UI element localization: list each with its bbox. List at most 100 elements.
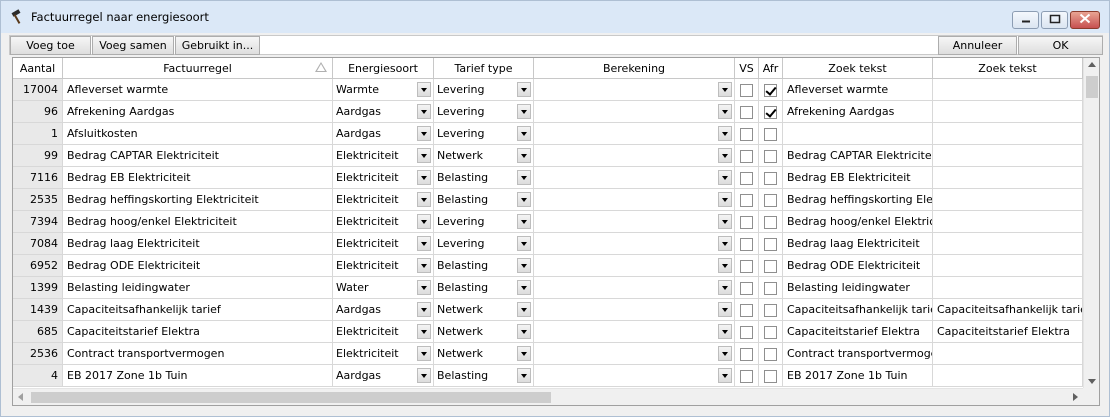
vs-checkbox[interactable] — [740, 215, 753, 229]
column-header-tarief-type[interactable]: Tarief type — [434, 58, 534, 79]
energiesoort-dropdown[interactable]: Aardgas — [333, 101, 434, 123]
table-row[interactable]: 17004 Afleverset warmte Warmte Levering Afle… — [13, 79, 1083, 101]
table-row[interactable]: 6952 Bedrag ODE Elektriciteit Elektricitei… — [13, 255, 1083, 277]
tarief-dropdown[interactable]: Levering — [434, 233, 534, 255]
vs-checkbox[interactable] — [740, 325, 753, 339]
chevron-down-icon[interactable] — [517, 368, 531, 383]
afr-checkbox[interactable] — [764, 347, 777, 361]
energiesoort-dropdown[interactable]: Elektriciteit — [333, 145, 434, 167]
chevron-down-icon[interactable] — [517, 236, 531, 251]
tarief-dropdown[interactable]: Belasting — [434, 167, 534, 189]
energiesoort-dropdown[interactable]: Elektriciteit — [333, 255, 434, 277]
zoek-tekst-1-cell[interactable]: Afleverset warmte — [783, 79, 933, 101]
energiesoort-dropdown[interactable]: Water — [333, 277, 434, 299]
afr-checkbox[interactable] — [764, 149, 777, 163]
factuurregel-cell[interactable]: Bedrag laag Elektriciteit — [63, 233, 333, 255]
chevron-down-icon[interactable] — [517, 192, 531, 207]
chevron-down-icon[interactable] — [517, 214, 531, 229]
zoek-tekst-1-cell[interactable]: Capaciteitstarief Elektra — [783, 321, 933, 343]
zoek-tekst-1-cell[interactable]: Bedrag ODE Elektriciteit — [783, 255, 933, 277]
vs-checkbox[interactable] — [740, 237, 753, 251]
chevron-down-icon[interactable] — [417, 324, 431, 339]
ok-button[interactable]: OK — [1018, 36, 1103, 55]
afr-checkbox[interactable] — [764, 193, 777, 207]
factuurregel-cell[interactable]: Bedrag heffingskorting Elektriciteit — [63, 189, 333, 211]
berekening-dropdown[interactable] — [534, 189, 735, 211]
vs-checkbox[interactable] — [740, 83, 753, 97]
vs-checkbox[interactable] — [740, 303, 753, 317]
afr-checkbox[interactable] — [764, 237, 777, 251]
chevron-down-icon[interactable] — [517, 126, 531, 141]
chevron-down-icon[interactable] — [417, 104, 431, 119]
berekening-dropdown[interactable] — [534, 321, 735, 343]
berekening-dropdown[interactable] — [534, 365, 735, 387]
scroll-down-icon[interactable] — [1088, 379, 1096, 384]
vs-checkbox[interactable] — [740, 259, 753, 273]
energiesoort-dropdown[interactable]: Aardgas — [333, 123, 434, 145]
tarief-dropdown[interactable]: Belasting — [434, 365, 534, 387]
chevron-down-icon[interactable] — [417, 236, 431, 251]
factuurregel-cell[interactable]: Contract transportvermogen — [63, 343, 333, 365]
scroll-right-icon[interactable] — [1073, 393, 1078, 401]
energiesoort-dropdown[interactable]: Aardgas — [333, 365, 434, 387]
factuurregel-cell[interactable]: Bedrag ODE Elektriciteit — [63, 255, 333, 277]
table-row[interactable]: 2536 Contract transportvermogen Elektricit… — [13, 343, 1083, 365]
afr-checkbox[interactable] — [764, 325, 777, 339]
berekening-dropdown[interactable] — [534, 123, 735, 145]
factuurregel-cell[interactable]: Afsluitkosten — [63, 123, 333, 145]
zoek-tekst-1-cell[interactable]: EB 2017 Zone 1b Tuin — [783, 365, 933, 387]
gebruikt-in-button[interactable]: Gebruikt in... — [175, 36, 260, 55]
chevron-down-icon[interactable] — [718, 346, 732, 361]
afr-checkbox[interactable] — [764, 259, 777, 273]
column-header-aantal[interactable]: Aantal — [13, 58, 63, 79]
tarief-dropdown[interactable]: Netwerk — [434, 299, 534, 321]
vs-checkbox[interactable] — [740, 193, 753, 207]
factuurregel-cell[interactable]: Bedrag hoog/enkel Elektriciteit — [63, 211, 333, 233]
zoek-tekst-1-cell[interactable]: Belasting leidingwater — [783, 277, 933, 299]
zoek-tekst-1-cell[interactable]: Bedrag EB Elektriciteit — [783, 167, 933, 189]
close-button[interactable] — [1070, 11, 1100, 29]
tarief-dropdown[interactable]: Netwerk — [434, 321, 534, 343]
zoek-tekst-2-cell[interactable] — [933, 365, 1083, 387]
afr-checkbox[interactable] — [764, 281, 777, 295]
berekening-dropdown[interactable] — [534, 211, 735, 233]
chevron-down-icon[interactable] — [517, 258, 531, 273]
horizontal-scroll-thumb[interactable] — [31, 392, 551, 403]
afr-checkbox[interactable] — [764, 127, 777, 141]
scroll-left-icon[interactable] — [18, 393, 23, 401]
zoek-tekst-1-cell[interactable]: Bedrag CAPTAR Elektriciteit — [783, 145, 933, 167]
zoek-tekst-2-cell[interactable] — [933, 255, 1083, 277]
chevron-down-icon[interactable] — [718, 82, 732, 97]
title-bar[interactable]: Factuurregel naar energiesoort — [1, 1, 1109, 33]
zoek-tekst-2-cell[interactable] — [933, 101, 1083, 123]
minimize-button[interactable] — [1012, 11, 1039, 29]
chevron-down-icon[interactable] — [417, 280, 431, 295]
chevron-down-icon[interactable] — [517, 148, 531, 163]
zoek-tekst-1-cell[interactable]: Contract transportvermoge — [783, 343, 933, 365]
factuurregel-cell[interactable]: Belasting leidingwater — [63, 277, 333, 299]
zoek-tekst-2-cell[interactable] — [933, 167, 1083, 189]
chevron-down-icon[interactable] — [517, 104, 531, 119]
table-row[interactable]: 2535 Bedrag heffingskorting Elektriciteit… — [13, 189, 1083, 211]
tarief-dropdown[interactable]: Levering — [434, 211, 534, 233]
column-header-berekening[interactable]: Berekening — [534, 58, 735, 79]
chevron-down-icon[interactable] — [417, 192, 431, 207]
column-header-zoek-tekst-2[interactable]: Zoek tekst — [933, 58, 1083, 79]
column-header-energiesoort[interactable]: Energiesoort — [333, 58, 434, 79]
chevron-down-icon[interactable] — [417, 368, 431, 383]
annuleer-button[interactable]: Annuleer — [938, 36, 1017, 55]
zoek-tekst-2-cell[interactable]: Capaciteitstarief Elektra — [933, 321, 1083, 343]
chevron-down-icon[interactable] — [718, 368, 732, 383]
table-row[interactable]: 99 Bedrag CAPTAR Elektriciteit Elektricite… — [13, 145, 1083, 167]
chevron-down-icon[interactable] — [517, 346, 531, 361]
afr-checkbox[interactable] — [764, 83, 777, 97]
energiesoort-dropdown[interactable]: Warmte — [333, 79, 434, 101]
zoek-tekst-1-cell[interactable]: Bedrag heffingskorting Elek — [783, 189, 933, 211]
vertical-scroll-thumb[interactable] — [1086, 76, 1098, 98]
zoek-tekst-2-cell[interactable] — [933, 145, 1083, 167]
chevron-down-icon[interactable] — [718, 214, 732, 229]
chevron-down-icon[interactable] — [517, 302, 531, 317]
table-row[interactable]: 4 EB 2017 Zone 1b Tuin Aardgas Belasting EB … — [13, 365, 1083, 387]
table-row[interactable]: 7084 Bedrag laag Elektriciteit Elektricite… — [13, 233, 1083, 255]
afr-checkbox[interactable] — [764, 171, 777, 185]
